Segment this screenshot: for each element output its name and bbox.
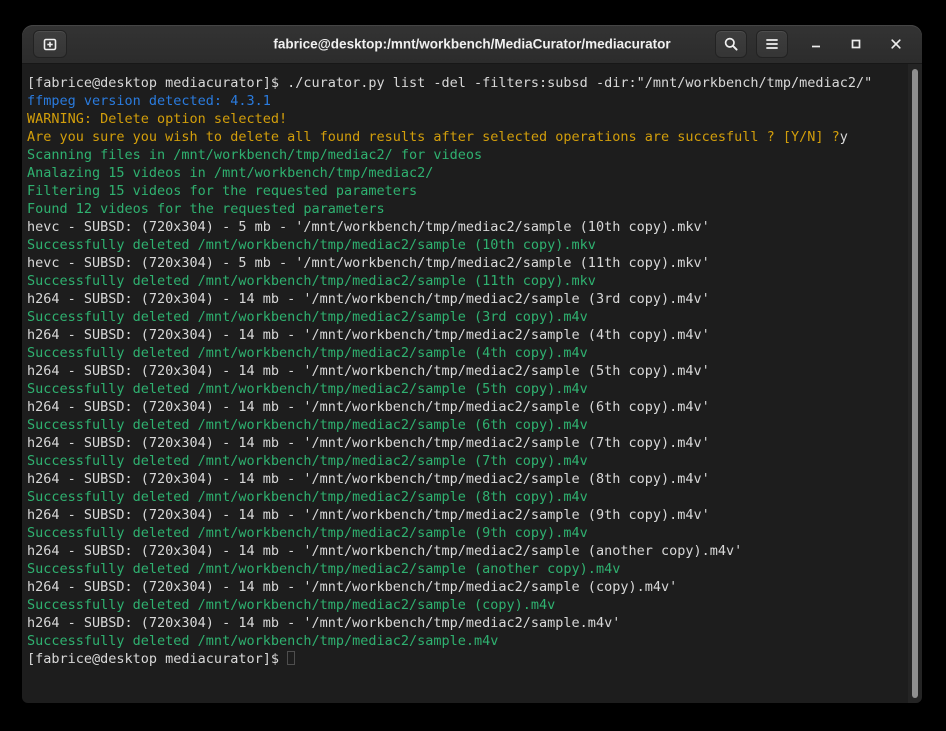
terminal-line: h264 - SUBSD: (720x304) - 14 mb - '/mnt/… [27,362,900,380]
maximize-button[interactable] [844,32,868,56]
terminal-line: h264 - SUBSD: (720x304) - 14 mb - '/mnt/… [27,326,900,344]
scrollbar-track[interactable] [908,64,922,703]
terminal-line: Successfully deleted /mnt/workbench/tmp/… [27,632,900,650]
terminal-line: Are you sure you wish to delete all foun… [27,128,900,146]
close-icon [890,38,902,50]
terminal-viewport[interactable]: [fabrice@desktop mediacurator]$ ./curato… [22,64,922,703]
terminal-line: Successfully deleted /mnt/workbench/tmp/… [27,380,900,398]
close-button[interactable] [884,32,908,56]
minimize-button[interactable] [804,32,828,56]
terminal-line: h264 - SUBSD: (720x304) - 14 mb - '/mnt/… [27,470,900,488]
maximize-icon [850,38,862,50]
terminal-line: Analazing 15 videos in /mnt/workbench/tm… [27,164,900,182]
headerbar-right-controls [715,30,908,58]
search-button[interactable] [715,30,747,58]
new-tab-button[interactable] [33,30,67,58]
terminal-line: h264 - SUBSD: (720x304) - 14 mb - '/mnt/… [27,578,900,596]
headerbar: fabrice@desktop:/mnt/workbench/MediaCura… [22,25,922,64]
terminal-line: Scanning files in /mnt/workbench/tmp/med… [27,146,900,164]
terminal-line: h264 - SUBSD: (720x304) - 14 mb - '/mnt/… [27,542,900,560]
terminal-line: Successfully deleted /mnt/workbench/tmp/… [27,416,900,434]
terminal-line: ffmpeg version detected: 4.3.1 [27,92,900,110]
terminal-line: h264 - SUBSD: (720x304) - 14 mb - '/mnt/… [27,506,900,524]
menu-button[interactable] [756,30,788,58]
new-tab-icon [42,36,58,52]
terminal-window: fabrice@desktop:/mnt/workbench/MediaCura… [22,25,922,702]
terminal-line: WARNING: Delete option selected! [27,110,900,128]
hamburger-menu-icon [765,38,779,50]
terminal-line: Found 12 videos for the requested parame… [27,200,900,218]
terminal-line: h264 - SUBSD: (720x304) - 14 mb - '/mnt/… [27,434,900,452]
terminal-line: h264 - SUBSD: (720x304) - 14 mb - '/mnt/… [27,614,900,632]
terminal-line: Successfully deleted /mnt/workbench/tmp/… [27,344,900,362]
scrollbar-thumb[interactable] [912,69,918,698]
terminal-line: Successfully deleted /mnt/workbench/tmp/… [27,560,900,578]
terminal-line: Successfully deleted /mnt/workbench/tmp/… [27,524,900,542]
minimize-icon [810,38,822,50]
terminal-line: Filtering 15 videos for the requested pa… [27,182,900,200]
terminal-cursor [287,651,295,665]
terminal-line: Successfully deleted /mnt/workbench/tmp/… [27,452,900,470]
terminal-line: hevc - SUBSD: (720x304) - 5 mb - '/mnt/w… [27,218,900,236]
terminal-line: h264 - SUBSD: (720x304) - 14 mb - '/mnt/… [27,398,900,416]
window-title: fabrice@desktop:/mnt/workbench/MediaCura… [273,37,670,52]
terminal-line: Successfully deleted /mnt/workbench/tmp/… [27,308,900,326]
terminal-line: Successfully deleted /mnt/workbench/tmp/… [27,596,900,614]
terminal-line: [fabrice@desktop mediacurator]$ ./curato… [27,74,900,92]
terminal-output: [fabrice@desktop mediacurator]$ ./curato… [27,74,900,668]
terminal-line: Successfully deleted /mnt/workbench/tmp/… [27,272,900,290]
terminal-line: [fabrice@desktop mediacurator]$ [27,650,900,668]
terminal-line: Successfully deleted /mnt/workbench/tmp/… [27,488,900,506]
terminal-line: hevc - SUBSD: (720x304) - 5 mb - '/mnt/w… [27,254,900,272]
terminal-line: h264 - SUBSD: (720x304) - 14 mb - '/mnt/… [27,290,900,308]
search-icon [723,36,739,52]
terminal-line: Successfully deleted /mnt/workbench/tmp/… [27,236,900,254]
